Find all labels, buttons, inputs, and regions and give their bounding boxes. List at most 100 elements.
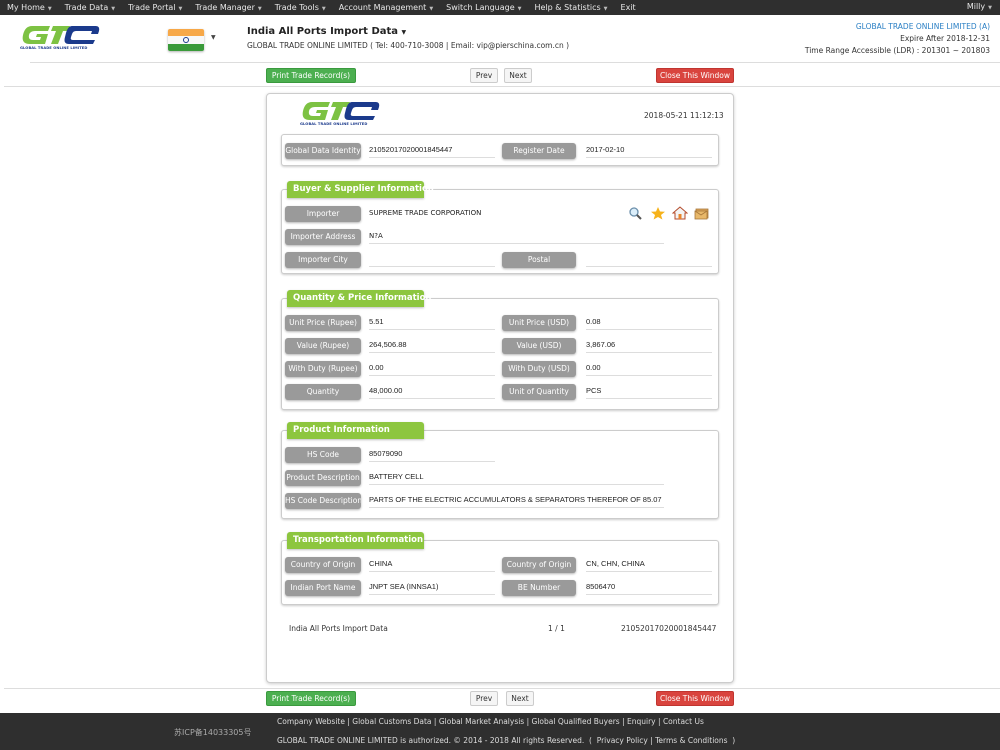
account-company[interactable]: GLOBAL TRADE ONLINE LIMITED (A) bbox=[805, 21, 990, 33]
footer-link-global-customs-data[interactable]: Global Customs Data bbox=[352, 717, 431, 726]
footer-link-global-market-analysis[interactable]: Global Market Analysis bbox=[439, 717, 524, 726]
register-date-label: Register Date bbox=[502, 143, 576, 159]
next-button[interactable]: Next bbox=[504, 68, 532, 83]
unit-of-quantity-label: Unit of Quantity bbox=[502, 384, 576, 400]
unit-price-usd-value: 0.08 bbox=[586, 316, 712, 330]
nav-label: Help & Statistics bbox=[534, 3, 601, 12]
country-of-origin-value: CHINA bbox=[369, 558, 495, 572]
company-contact: GLOBAL TRADE ONLINE LIMITED ( Tel: 400-7… bbox=[247, 41, 570, 50]
mail-folder-icon[interactable] bbox=[694, 206, 710, 220]
importer-label: Importer bbox=[285, 206, 361, 222]
page-title-text: India All Ports Import Data bbox=[247, 26, 399, 37]
flag-dropdown-caret-icon[interactable]: ▼ bbox=[211, 34, 216, 41]
nav-trade-manager[interactable]: Trade Manager ▼ bbox=[188, 3, 267, 12]
caret-down-icon: ▼ bbox=[257, 6, 262, 12]
caret-down-icon: ▼ bbox=[988, 5, 992, 11]
toolbar-top: Print Trade Record(s) Prev Next Close Th… bbox=[0, 65, 1000, 87]
footer-link-enquiry[interactable]: Enquiry bbox=[627, 717, 656, 726]
gtc-logo-icon bbox=[302, 102, 380, 120]
close-window-button-bottom[interactable]: Close This Window bbox=[656, 691, 734, 706]
copyright: GLOBAL TRADE ONLINE LIMITED is authorize… bbox=[277, 736, 736, 745]
top-nav: My Home ▼ Trade Data ▼ Trade Portal ▼ Trade… bbox=[0, 0, 1000, 15]
gtc-logo[interactable]: GLOBAL TRADE ONLINE LIMITED bbox=[20, 24, 100, 54]
caret-down-icon: ▼ bbox=[517, 6, 522, 12]
register-date-value: 2017-02-10 bbox=[586, 144, 712, 158]
print-button[interactable]: Print Trade Record(s) bbox=[266, 68, 356, 83]
nav-trade-data[interactable]: Trade Data ▼ bbox=[58, 3, 121, 12]
hs-code-description-value: PARTS OF THE ELECTRIC ACCUMULATORS & SEP… bbox=[369, 494, 664, 508]
prev-button[interactable]: Prev bbox=[470, 68, 498, 83]
header: GLOBAL TRADE ONLINE LIMITED ▼ India All … bbox=[0, 15, 1000, 63]
india-flag-icon[interactable] bbox=[168, 29, 204, 51]
quantity-label: Quantity bbox=[285, 384, 361, 400]
global-data-identity-value: 21052017020001845447 bbox=[369, 144, 495, 158]
country-of-origin-label: Country of Origin bbox=[285, 557, 361, 573]
caret-down-icon: ▼ bbox=[178, 6, 183, 12]
record-timestamp: 2018-05-21 11:12:13 bbox=[644, 111, 724, 120]
indian-port-name-label: Indian Port Name bbox=[285, 580, 361, 596]
footer-link-global-qualified-buyers[interactable]: Global Qualified Buyers bbox=[532, 717, 620, 726]
search-icon[interactable] bbox=[628, 206, 644, 220]
record-page: 1 / 1 bbox=[548, 624, 565, 633]
title-caret-icon: ▼ bbox=[401, 29, 407, 36]
caret-down-icon: ▼ bbox=[321, 6, 326, 12]
hs-code-description-label: HS Code Description bbox=[285, 493, 361, 509]
user-menu[interactable]: Milly ▼ bbox=[967, 2, 992, 11]
footer-link-contact-us[interactable]: Contact Us bbox=[663, 717, 704, 726]
logo-tagline: GLOBAL TRADE ONLINE LIMITED bbox=[300, 122, 368, 126]
nav-trade-portal[interactable]: Trade Portal ▼ bbox=[121, 3, 188, 12]
importer-actions bbox=[628, 206, 710, 220]
country-of-origin-code-label: Country of Origin bbox=[502, 557, 576, 573]
unit-price-rupee-value: 5.51 bbox=[369, 316, 495, 330]
divider bbox=[30, 62, 1000, 63]
privacy-policy-link[interactable]: Privacy Policy bbox=[597, 736, 648, 745]
product-description-value: BATTERY CELL bbox=[369, 471, 664, 485]
be-number-value: 8506470 bbox=[586, 581, 712, 595]
nav-label: Trade Portal bbox=[128, 3, 176, 12]
page-title[interactable]: India All Ports Import Data ▼ bbox=[247, 26, 406, 37]
nav-label: Trade Data bbox=[64, 3, 109, 12]
be-number-label: BE Number bbox=[502, 580, 576, 596]
nav-label: Trade Manager bbox=[195, 3, 255, 12]
icp-license[interactable]: 苏ICP备14033305号 bbox=[174, 727, 252, 738]
print-button-bottom[interactable]: Print Trade Record(s) bbox=[266, 691, 356, 706]
star-icon[interactable] bbox=[650, 206, 666, 220]
value-rupee-value: 264,506.88 bbox=[369, 339, 495, 353]
postal-value bbox=[586, 253, 712, 267]
terms-link[interactable]: Terms & Conditions bbox=[655, 736, 727, 745]
nav-account-management[interactable]: Account Management ▼ bbox=[332, 3, 439, 12]
caret-down-icon: ▼ bbox=[429, 6, 434, 12]
close-window-button[interactable]: Close This Window bbox=[656, 68, 734, 83]
value-usd-label: Value (USD) bbox=[502, 338, 576, 354]
postal-label: Postal bbox=[502, 252, 576, 268]
quantity-price-title: Quantity & Price Information bbox=[287, 290, 431, 307]
nav-exit[interactable]: Exit bbox=[614, 3, 642, 12]
expire-date: Expire After 2018-12-31 bbox=[900, 34, 990, 43]
caret-down-icon: ▼ bbox=[47, 6, 52, 12]
prev-button-bottom[interactable]: Prev bbox=[470, 691, 498, 706]
chakra-icon bbox=[183, 37, 189, 43]
nav-my-home[interactable]: My Home ▼ bbox=[0, 3, 58, 12]
value-rupee-label: Value (Rupee) bbox=[285, 338, 361, 354]
next-button-bottom[interactable]: Next bbox=[506, 691, 534, 706]
nav-help-statistics[interactable]: Help & Statistics ▼ bbox=[528, 3, 614, 12]
unit-of-quantity-value: PCS bbox=[586, 385, 712, 399]
nav-label: Switch Language bbox=[446, 3, 515, 12]
with-duty-rupee-label: With Duty (Rupee) bbox=[285, 361, 361, 377]
time-range: Time Range Accessible (LDR) : 201301 ~ 2… bbox=[804, 46, 990, 55]
value-usd-value: 3,867.06 bbox=[586, 339, 712, 353]
with-duty-rupee-value: 0.00 bbox=[369, 362, 495, 376]
nav-trade-tools[interactable]: Trade Tools ▼ bbox=[268, 3, 332, 12]
caret-down-icon: ▼ bbox=[603, 6, 608, 12]
hs-code-label: HS Code bbox=[285, 447, 361, 463]
buyer-supplier-title: Buyer & Supplier Information bbox=[287, 181, 434, 198]
nav-switch-language[interactable]: Switch Language ▼ bbox=[439, 3, 527, 12]
home-icon[interactable] bbox=[671, 206, 689, 220]
separator: | bbox=[622, 717, 625, 726]
hs-code-value: 85079090 bbox=[369, 448, 495, 462]
footer-link-company-website[interactable]: Company Website bbox=[277, 717, 345, 726]
separator: | bbox=[526, 717, 530, 726]
record-id: 21052017020001845447 bbox=[621, 624, 717, 633]
account-info: GLOBAL TRADE ONLINE LIMITED (A) Expire A… bbox=[805, 21, 990, 57]
importer-value: SUPREME TRADE CORPORATION bbox=[369, 209, 482, 217]
